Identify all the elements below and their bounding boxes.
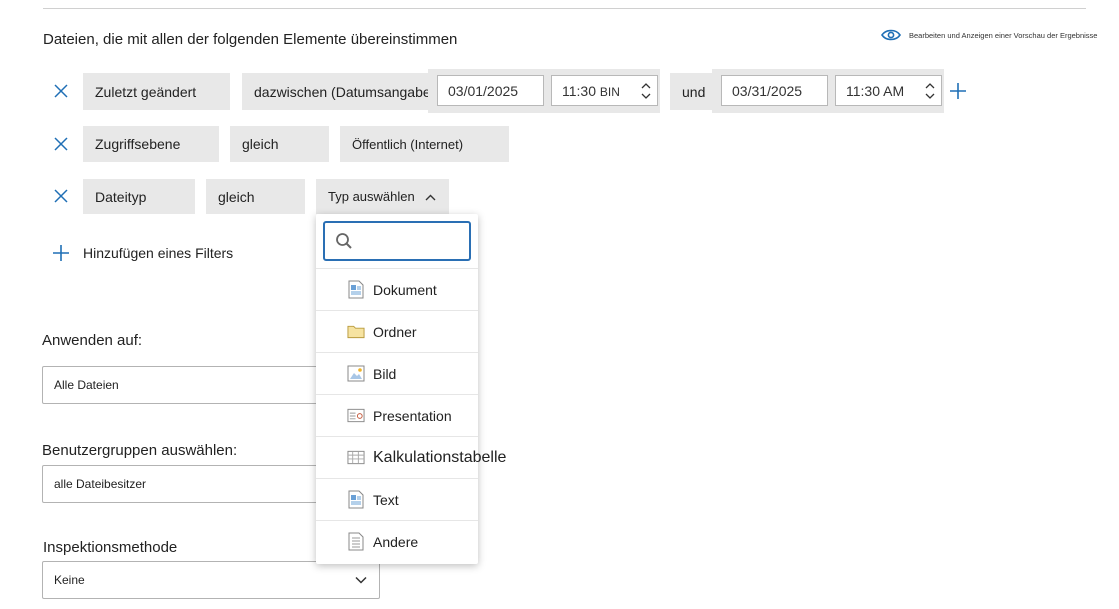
folder-icon (347, 322, 365, 342)
filter-2-field[interactable]: Zugriffsebene (83, 126, 219, 162)
filter-3-operator[interactable]: gleich (206, 179, 305, 214)
filter-2-operator[interactable]: gleich (230, 126, 329, 162)
start-time-ampm: BIN (599, 84, 620, 99)
chevron-up-icon[interactable] (641, 82, 651, 89)
option-label: Andere (373, 533, 419, 550)
chevron-down-icon[interactable] (925, 93, 935, 99)
filter-3-field[interactable]: Dateityp (83, 179, 195, 214)
chevron-down-icon[interactable] (641, 93, 651, 99)
spreadsheet-icon (347, 448, 365, 468)
image-icon (347, 364, 365, 384)
preview-results-label: Bearbeiten und Anzeigen einer Vorschau d… (909, 30, 1098, 40)
other-file-icon (347, 532, 365, 552)
start-time-value: 11:30 (562, 82, 596, 99)
user-groups-label: Benutzergruppen auswählen: (42, 442, 238, 459)
plus-icon (950, 83, 966, 99)
top-divider (43, 8, 1086, 9)
option-bild[interactable]: Bild (316, 352, 478, 394)
filter-1-field[interactable]: Zuletzt geändert (83, 73, 230, 110)
file-type-dropdown: Dokument Ordner Bild Presentation Kalkul… (316, 214, 506, 564)
chevron-up-icon (425, 189, 436, 204)
add-filter-button[interactable]: Hinzufügen eines Filters (52, 244, 233, 262)
user-groups-value: alle Dateibesitzer (54, 477, 147, 491)
add-filter-label: Hinzufügen eines Filters (83, 245, 234, 261)
option-kalkulationstabelle[interactable]: Kalkulationstabelle (316, 436, 506, 478)
close-icon (54, 189, 68, 203)
option-ordner[interactable]: Ordner (316, 310, 478, 352)
close-icon (54, 137, 68, 151)
remove-filter-1-button[interactable] (52, 82, 70, 100)
option-presentation[interactable]: Presentation (316, 394, 478, 436)
text-file-icon (347, 490, 365, 510)
end-date-input[interactable]: 03/31/2025 (721, 75, 828, 106)
inspection-method-value: Keine (54, 573, 85, 587)
start-time-input[interactable]: 11:30 BIN (551, 75, 658, 106)
option-andere[interactable]: Andere (316, 520, 478, 562)
option-label: Kalkulationstabelle (373, 448, 507, 466)
end-time-input[interactable]: 11:30 AM (835, 75, 942, 106)
section-heading: Dateien, die mit allen der folgenden Ele… (43, 31, 458, 48)
end-time-value: 11:30 AM (846, 82, 905, 99)
option-label: Bild (373, 365, 397, 382)
type-search-input[interactable] (353, 228, 457, 254)
start-date-input[interactable]: 03/01/2025 (437, 75, 544, 106)
preview-results-link[interactable]: Bearbeiten und Anzeigen einer Vorschau d… (881, 29, 1097, 41)
add-condition-button[interactable] (949, 82, 967, 105)
remove-filter-3-button[interactable] (52, 187, 70, 205)
document-icon (347, 280, 365, 300)
option-label: Ordner (373, 323, 417, 340)
option-text[interactable]: Text (316, 478, 478, 520)
inspection-method-select[interactable]: Keine (42, 561, 380, 599)
remove-filter-2-button[interactable] (52, 135, 70, 153)
close-icon (54, 84, 68, 98)
inspection-method-label: Inspektionsmethode (43, 539, 178, 556)
apply-to-label: Anwenden auf: (42, 332, 143, 349)
type-select-label: Typ auswählen (328, 189, 415, 204)
filter-2-value[interactable]: Öffentlich (Internet) (340, 126, 509, 162)
presentation-icon (347, 406, 365, 426)
option-label: Presentation (373, 407, 452, 424)
option-dokument[interactable]: Dokument (316, 268, 478, 310)
search-icon (336, 233, 352, 249)
chevron-down-icon (355, 573, 367, 587)
apply-to-value: Alle Dateien (54, 378, 119, 392)
type-select-button[interactable]: Typ auswählen (316, 179, 449, 214)
eye-icon (881, 29, 901, 41)
chevron-up-icon[interactable] (925, 82, 935, 89)
option-label: Text (373, 491, 399, 508)
option-label: Dokument (373, 281, 437, 298)
filter-1-operator[interactable]: dazwischen (Datumsangaben) (242, 73, 443, 110)
plus-icon (53, 245, 69, 261)
type-search-box[interactable] (323, 221, 471, 261)
